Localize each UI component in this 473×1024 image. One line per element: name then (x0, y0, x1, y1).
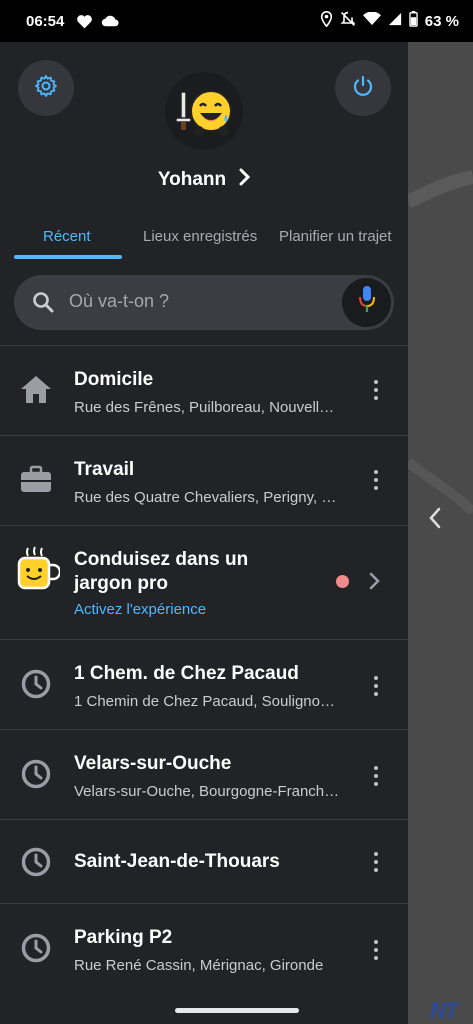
tab-bar: Récent Lieux enregistrés Planifier un tr… (0, 222, 408, 262)
more-options-icon[interactable] (366, 674, 386, 698)
list-item-title: 1 Chem. de Chez Pacaud (74, 663, 299, 684)
list-item-subtitle: Rue René Cassin, Mérignac, Gironde (74, 957, 324, 974)
power-button[interactable] (335, 60, 391, 116)
list-item-work[interactable]: Travail Rue des Quatre Chevaliers, Perig… (0, 435, 408, 525)
list-item-recent[interactable]: Parking P2 Rue René Cassin, Mérignac, Gi… (0, 903, 408, 995)
wifi-icon (362, 11, 381, 30)
search-input[interactable]: Où va-t-on ? (14, 275, 394, 330)
briefcase-icon (18, 462, 54, 503)
home-icon (18, 371, 54, 412)
do-not-disturb-icon (340, 11, 356, 31)
list-item-title: Saint-Jean-de-Thouars (74, 851, 280, 872)
more-options-icon[interactable] (366, 468, 386, 492)
microphone-icon (358, 285, 376, 320)
list-item-subtitle: 1 Chemin de Chez Pacaud, Soulignonne (74, 693, 342, 710)
settings-button[interactable] (18, 60, 74, 116)
power-icon (351, 74, 375, 103)
tab-saved-places[interactable]: Lieux enregistrés (143, 228, 257, 245)
chevron-right-icon (238, 168, 251, 192)
promo-title: Conduisez dans un jargon pro (74, 549, 249, 594)
clock-icon (18, 666, 54, 707)
tab-recent[interactable]: Récent (43, 228, 91, 245)
list-item-subtitle: Rue des Frênes, Puilboreau, Nouvelle-Aqu… (74, 399, 342, 416)
list-item-title: Velars-sur-Ouche (74, 753, 232, 774)
promo-activate-link[interactable]: Activez l'expérience (74, 601, 206, 618)
gesture-home-bar[interactable] (175, 1008, 299, 1013)
clock-icon (18, 756, 54, 797)
battery-percent: 63 % (424, 12, 459, 30)
status-bar: 06:54 63 % (0, 0, 473, 42)
map-view[interactable] (408, 42, 473, 1024)
profile-name-link[interactable]: Yohann (0, 168, 408, 192)
status-time: 06:54 (26, 12, 65, 30)
side-drawer: Yohann Récent Lieux enregistrés Planifie… (0, 42, 408, 1024)
list-item-title: Travail (74, 459, 135, 480)
destinations-list: Domicile Rue des Frênes, Puilboreau, Nou… (0, 345, 408, 995)
watermark-logo: NT (430, 998, 458, 1023)
cloud-icon (101, 15, 119, 27)
voice-search-button[interactable] (342, 278, 391, 327)
search-icon (32, 291, 54, 318)
more-options-icon[interactable] (366, 378, 386, 402)
battery-icon (409, 11, 418, 31)
avatar[interactable] (165, 72, 243, 150)
list-item-recent[interactable]: Velars-sur-Ouche Velars-sur-Ouche, Bourg… (0, 729, 408, 819)
more-options-icon[interactable] (366, 850, 386, 874)
location-icon (320, 10, 333, 31)
list-item-subtitle: Rue des Quatre Chevaliers, Perigny, Nouv… (74, 489, 342, 506)
list-item-home[interactable]: Domicile Rue des Frênes, Puilboreau, Nou… (0, 345, 408, 435)
list-item-title: Parking P2 (74, 927, 173, 948)
list-item-title: Domicile (74, 369, 154, 390)
list-item-recent[interactable]: Saint-Jean-de-Thouars (0, 819, 408, 903)
list-item-subtitle: Velars-sur-Ouche, Bourgogne-Franche-Comt… (74, 783, 342, 800)
list-item-promo[interactable]: Conduisez dans un jargon pro Activez l'e… (0, 525, 408, 639)
search-placeholder: Où va-t-on ? (69, 291, 170, 311)
heart-icon (76, 14, 93, 29)
clock-icon (18, 930, 54, 971)
active-tab-indicator (14, 255, 122, 259)
more-options-icon[interactable] (366, 764, 386, 788)
more-options-icon[interactable] (366, 938, 386, 962)
clock-icon (18, 844, 54, 885)
list-item-recent[interactable]: 1 Chem. de Chez Pacaud 1 Chemin de Chez … (0, 639, 408, 729)
mug-icon (16, 546, 62, 597)
gear-icon (34, 74, 58, 103)
tab-plan-trip[interactable]: Planifier un trajet (279, 228, 392, 245)
chevron-right-icon[interactable] (368, 571, 380, 596)
signal-icon (388, 12, 402, 30)
profile-name: Yohann (157, 169, 227, 190)
notification-dot (336, 575, 349, 588)
